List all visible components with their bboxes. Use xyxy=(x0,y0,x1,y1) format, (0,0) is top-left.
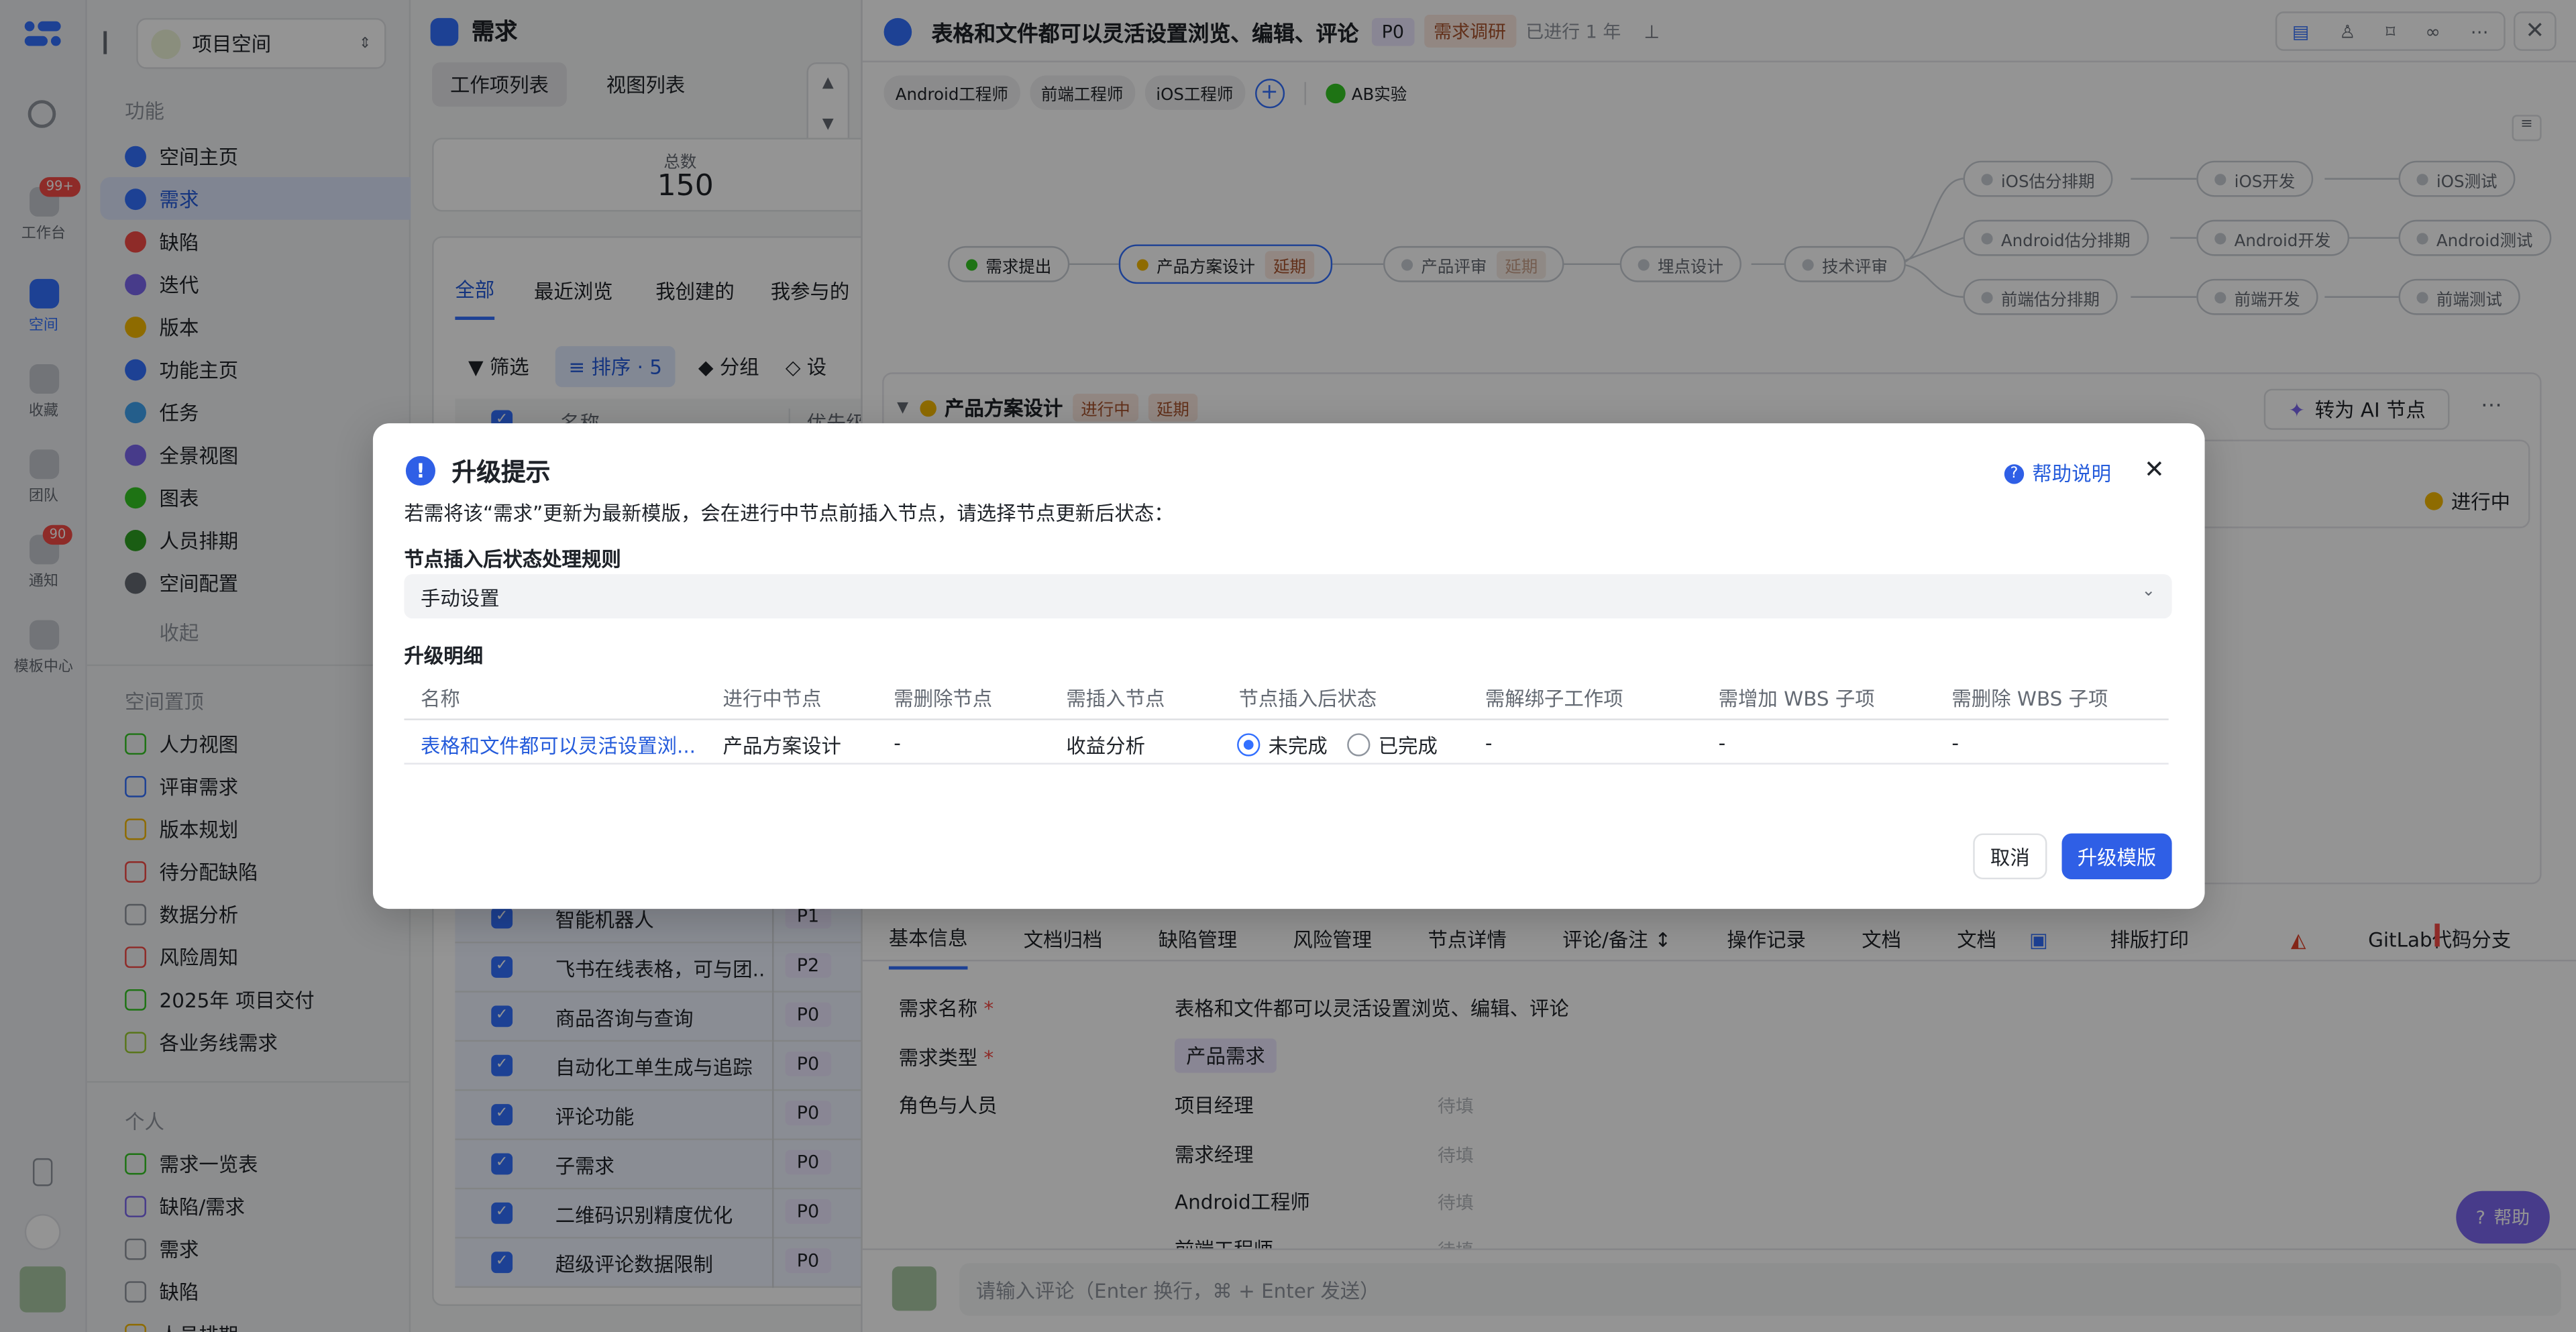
column-header: 需删除 WBS 子项 xyxy=(1951,687,2108,711)
upgrade-template-button[interactable]: 升级模版 xyxy=(2061,833,2172,880)
help-link-label: 帮助说明 xyxy=(2032,462,2112,486)
divider xyxy=(404,763,2169,765)
chevron-down-icon: ⌄ xyxy=(2141,582,2156,601)
rule-select-value: 手动设置 xyxy=(420,587,500,610)
help-link[interactable]: ? 帮助说明 xyxy=(2004,459,2111,488)
insert-node: 收益分析 xyxy=(1066,734,1145,759)
divider xyxy=(404,718,2169,720)
question-icon: ? xyxy=(2004,463,2025,484)
detail-label: 升级明细 xyxy=(404,645,484,668)
rule-label: 节点插入后状态处理规则 xyxy=(404,547,621,571)
close-icon[interactable]: ✕ xyxy=(2144,455,2165,484)
dialog-title: 升级提示 xyxy=(451,457,551,488)
column-header: 节点插入后状态 xyxy=(1238,687,1377,711)
column-header: 进行中节点 xyxy=(722,687,822,711)
radio-unchecked-icon xyxy=(1347,733,1371,757)
column-header: 需删除节点 xyxy=(894,687,993,711)
current-node: 产品方案设计 xyxy=(722,734,841,759)
radio-label: 已完成 xyxy=(1378,734,1438,759)
column-header: 需增加 WBS 子项 xyxy=(1718,687,1875,711)
cancel-button[interactable]: 取消 xyxy=(1973,833,2047,880)
unbind-items: - xyxy=(1485,731,1493,755)
column-header: 需插入节点 xyxy=(1066,687,1165,711)
column-header: 名称 xyxy=(420,687,460,711)
rule-select[interactable]: 手动设置 ⌄ xyxy=(404,574,2172,619)
wbs-add: - xyxy=(1718,731,1726,755)
status-radio-undone[interactable]: 未完成 xyxy=(1237,732,1328,760)
dialog-description: 若需将该“需求”更新为最新模版，会在进行中节点前插入节点，请选择节点更新后状态： xyxy=(404,502,1174,525)
delete-node: - xyxy=(894,731,901,755)
upgrade-item-link[interactable]: 表格和文件都可以灵活设置浏... xyxy=(421,732,696,760)
status-radio-done[interactable]: 已完成 xyxy=(1347,732,1438,760)
wbs-delete: - xyxy=(1951,731,1960,755)
upgrade-dialog: ! 升级提示 ? 帮助说明 ✕ 若需将该“需求”更新为最新模版，会在进行中节点前… xyxy=(372,423,2205,909)
alert-icon: ! xyxy=(405,455,435,486)
column-header: 需解绑子工作项 xyxy=(1485,687,1623,711)
app-window: 工作台 99+ 空间 收藏 团队 通知 90 模板中心 项目空间 ⇕ 功能 空间主页… xyxy=(0,0,2576,1332)
radio-label: 未完成 xyxy=(1268,734,1328,759)
radio-checked-icon xyxy=(1237,733,1260,757)
